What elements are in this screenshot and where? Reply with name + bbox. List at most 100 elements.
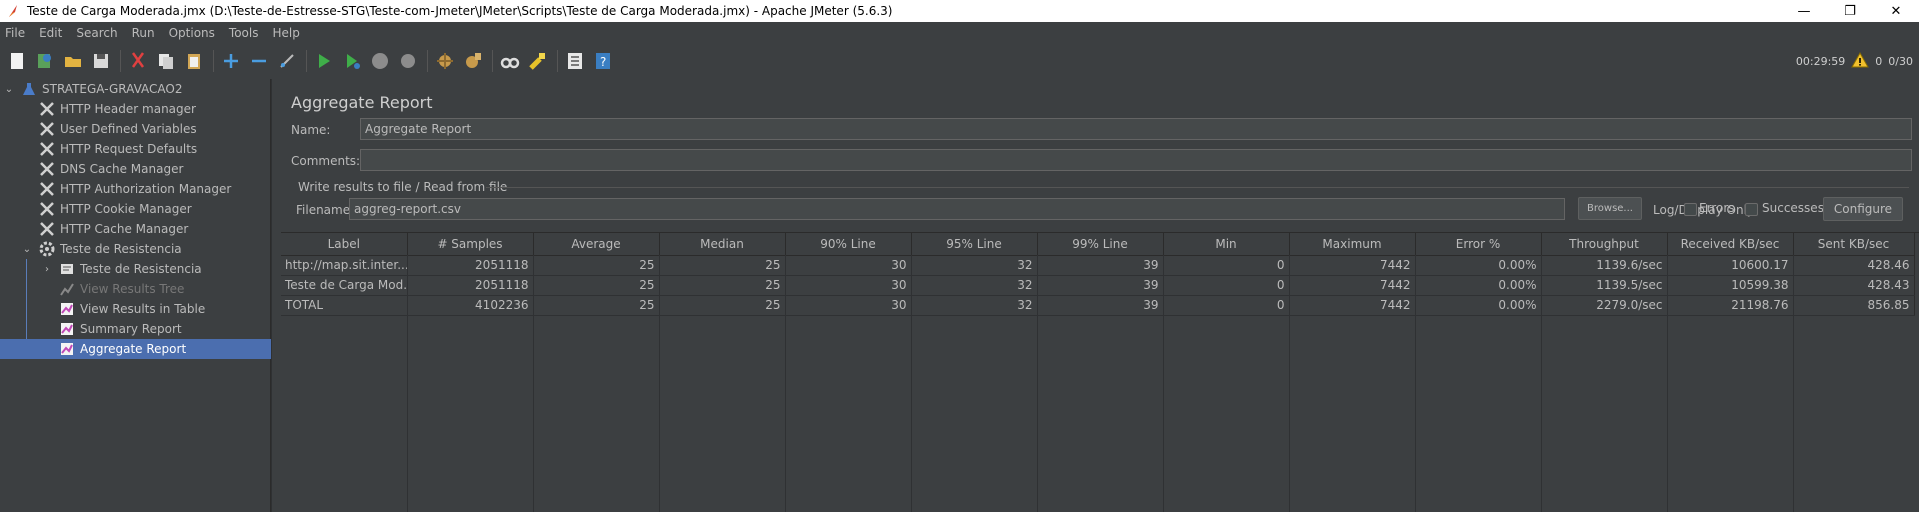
column-divider: [1667, 255, 1668, 512]
table-row[interactable]: http://map.sit.inter... 2051118 25 25 30…: [281, 255, 1915, 276]
search-icon[interactable]: [499, 50, 521, 72]
tree-node-user-defined-variables[interactable]: User Defined Variables: [38, 119, 197, 139]
menu-tools[interactable]: Tools: [228, 26, 260, 40]
menu-search[interactable]: Search: [75, 26, 118, 40]
reset-search-icon[interactable]: [527, 50, 549, 72]
start-icon[interactable]: [313, 50, 335, 72]
tree-node-http-header-manager[interactable]: HTTP Header manager: [38, 99, 196, 119]
column-divider: [407, 255, 408, 512]
comments-label: Comments:: [291, 154, 361, 168]
tree-node-label: HTTP Cookie Manager: [60, 202, 192, 216]
aggregate-report-panel: Aggregate Report Name: Aggregate Report …: [281, 79, 1919, 512]
tree-node-http-request-defaults[interactable]: HTTP Request Defaults: [38, 139, 197, 159]
function-helper-icon[interactable]: [564, 50, 586, 72]
tree-node-aggregate-report[interactable]: Aggregate Report: [0, 339, 271, 359]
tree-node-summary-report[interactable]: Summary Report: [58, 319, 182, 339]
column-header-90-line[interactable]: 90% Line: [785, 233, 912, 256]
clear-all-icon[interactable]: [462, 50, 484, 72]
comments-field[interactable]: [360, 149, 1912, 171]
stop-icon[interactable]: [369, 50, 391, 72]
menu-help[interactable]: Help: [271, 26, 300, 40]
paste-icon[interactable]: [183, 50, 205, 72]
expand-all-icon[interactable]: [220, 50, 242, 72]
menu-bar: File Edit Search Run Options Tools Help: [0, 22, 1919, 43]
table-cell: 856.85: [1793, 295, 1915, 316]
save-icon[interactable]: [90, 50, 112, 72]
aggregate-results-table: Label # Samples Average Median 90% Line …: [281, 232, 1919, 512]
toolbar-separator: [306, 50, 307, 72]
restore-button[interactable]: ❐: [1827, 0, 1873, 22]
successes-label: Successes: [1762, 201, 1824, 215]
chevron-right-icon[interactable]: ›: [42, 264, 52, 275]
column-header-label[interactable]: Label: [281, 233, 408, 256]
table-cell: 428.46: [1793, 255, 1915, 276]
table-cell: 25: [533, 295, 660, 316]
tree-node-test-plan[interactable]: STRATEGA-GRAVACAO2: [20, 79, 183, 99]
column-divider: [1793, 255, 1794, 512]
column-divider: [1163, 255, 1164, 512]
split-pane-divider[interactable]: [271, 79, 280, 512]
tree-node-http-cookie-manager[interactable]: HTTP Cookie Manager: [38, 199, 192, 219]
cut-icon[interactable]: [127, 50, 149, 72]
table-cell: 30: [785, 275, 912, 296]
column-header-received-kb[interactable]: Received KB/sec: [1667, 233, 1794, 256]
browse-button[interactable]: Browse...: [1578, 197, 1642, 220]
column-header-sent-kb[interactable]: Sent KB/sec: [1793, 233, 1915, 256]
open-icon[interactable]: [62, 50, 84, 72]
tree-node-http-authorization-manager[interactable]: HTTP Authorization Manager: [38, 179, 231, 199]
minimize-button[interactable]: —: [1781, 0, 1827, 22]
warning-icon[interactable]: [1851, 51, 1870, 71]
chevron-down-icon[interactable]: ⌄: [22, 244, 32, 255]
tree-node-http-sampler[interactable]: Teste de Resistencia: [58, 259, 202, 279]
copy-icon[interactable]: [155, 50, 177, 72]
configure-button[interactable]: Configure: [1823, 197, 1903, 221]
table-cell: 25: [659, 255, 786, 276]
config-tools-icon: [38, 220, 56, 238]
svg-text:?: ?: [600, 55, 606, 69]
column-header-95-line[interactable]: 95% Line: [911, 233, 1038, 256]
table-row[interactable]: Teste de Carga Mod... 2051118 25 25 30 3…: [281, 275, 1915, 296]
config-tools-icon: [38, 200, 56, 218]
column-header-error-percent[interactable]: Error %: [1415, 233, 1542, 256]
column-header-throughput[interactable]: Throughput: [1541, 233, 1668, 256]
column-header-samples[interactable]: # Samples: [407, 233, 534, 256]
menu-options[interactable]: Options: [168, 26, 216, 40]
tree-node-label: HTTP Request Defaults: [60, 142, 198, 156]
active-threads: 0/30: [1888, 54, 1913, 68]
successes-checkbox[interactable]: [1745, 203, 1758, 216]
tree-node-http-cache-manager[interactable]: HTTP Cache Manager: [38, 219, 188, 239]
tree-node-view-results-in-table[interactable]: View Results in Table: [58, 299, 205, 319]
table-row[interactable]: TOTAL 4102236 25 25 30 32 39 0 7442 0.00…: [281, 295, 1915, 316]
run-status: 00:29:59 0 0/30: [1796, 43, 1913, 79]
start-no-pauses-icon[interactable]: [341, 50, 363, 72]
tree-node-label: HTTP Authorization Manager: [60, 182, 232, 196]
collapse-all-icon[interactable]: [248, 50, 270, 72]
tree-node-thread-group[interactable]: Teste de Resistencia: [38, 239, 182, 259]
menu-run[interactable]: Run: [131, 26, 156, 40]
column-header-maximum[interactable]: Maximum: [1289, 233, 1416, 256]
clear-icon[interactable]: [434, 50, 456, 72]
name-field[interactable]: Aggregate Report: [360, 118, 1912, 140]
column-divider: [1541, 255, 1542, 512]
filename-label: Filename: [296, 203, 351, 217]
filename-field[interactable]: aggreg-report.csv: [349, 198, 1565, 220]
table-cell: 7442: [1289, 255, 1416, 276]
toggle-icon[interactable]: [276, 50, 298, 72]
errors-checkbox[interactable]: [1684, 203, 1697, 216]
chevron-down-icon[interactable]: ⌄: [4, 84, 14, 95]
shutdown-icon[interactable]: [397, 50, 419, 72]
column-header-99-line[interactable]: 99% Line: [1037, 233, 1164, 256]
tree-node-view-results-tree[interactable]: View Results Tree: [58, 279, 184, 299]
jmeter-feather-icon: [5, 3, 21, 19]
menu-file[interactable]: File: [4, 26, 26, 40]
menu-edit[interactable]: Edit: [38, 26, 63, 40]
help-icon[interactable]: ?: [592, 50, 614, 72]
table-cell: 0: [1163, 295, 1290, 316]
column-header-median[interactable]: Median: [659, 233, 786, 256]
tree-node-dns-cache-manager[interactable]: DNS Cache Manager: [38, 159, 183, 179]
new-icon[interactable]: [6, 50, 28, 72]
column-header-average[interactable]: Average: [533, 233, 660, 256]
close-button[interactable]: ✕: [1873, 0, 1919, 22]
column-header-min[interactable]: Min: [1163, 233, 1290, 256]
templates-icon[interactable]: [34, 50, 56, 72]
